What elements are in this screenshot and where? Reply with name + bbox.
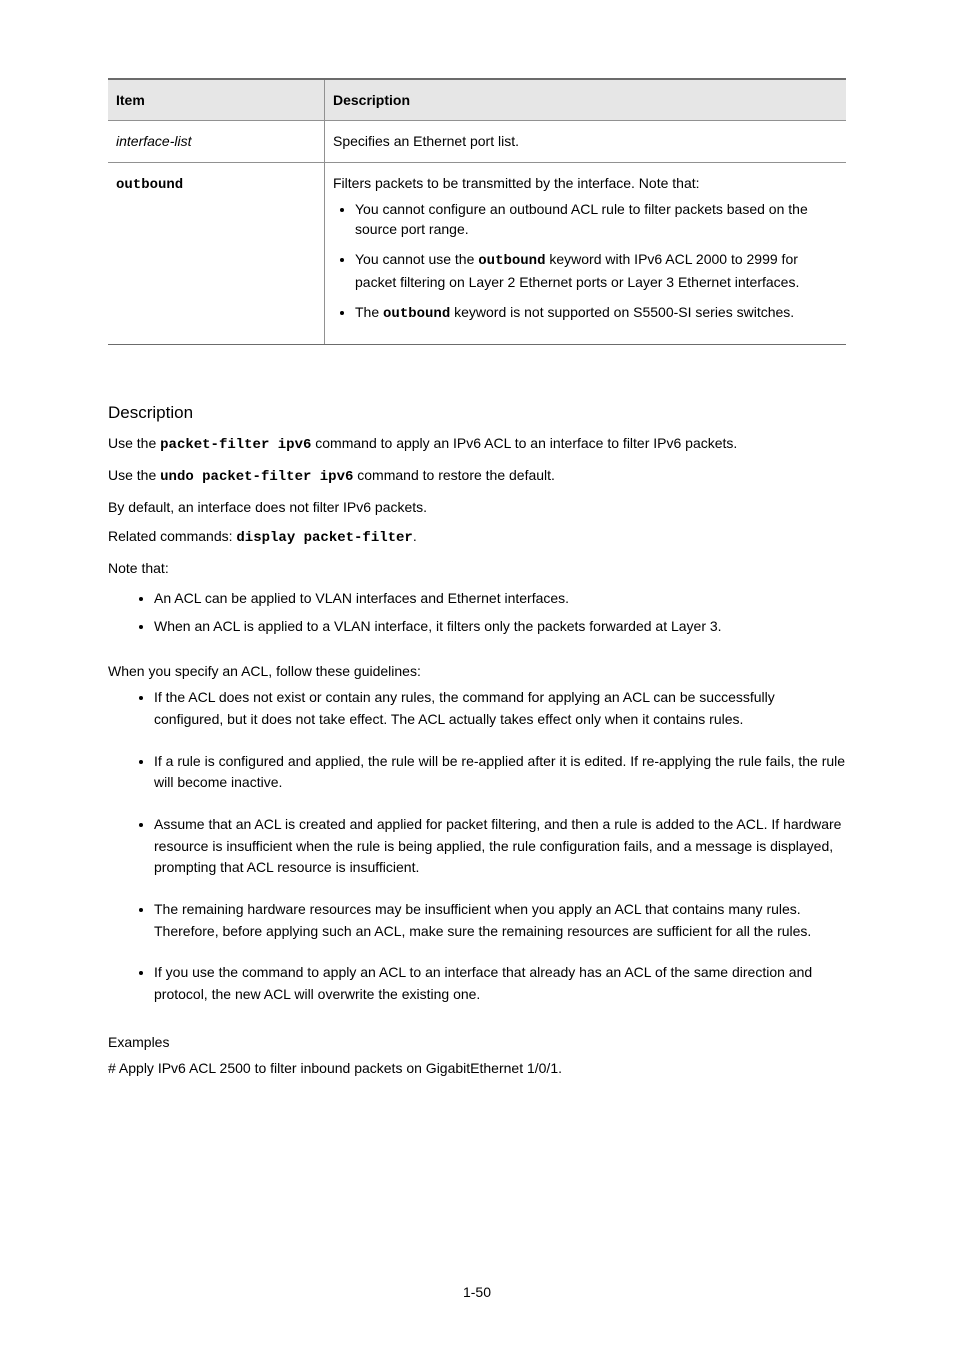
table-cell-item: interface-list	[108, 121, 325, 162]
table-row: interface-list Specifies an Ethernet por…	[108, 121, 846, 162]
cell-lead: Filters packets to be transmitted by the…	[333, 173, 838, 193]
section-heading-examples: Examples	[108, 1034, 846, 1050]
example-text: # Apply IPv6 ACL 2500 to filter inbound …	[108, 1058, 846, 1080]
cell-bullet: You cannot use the outbound keyword with…	[355, 249, 838, 292]
tips-intro: When you specify an ACL, follow these gu…	[108, 663, 846, 679]
cell-bullet: The outbound keyword is not supported on…	[355, 302, 838, 324]
section-heading-description: Description	[108, 403, 846, 423]
tips-bullet: If you use the command to apply an ACL t…	[154, 962, 846, 1005]
tips-bullet: The remaining hardware resources may be …	[154, 899, 846, 942]
table-header-item: Item	[108, 79, 325, 121]
table-row: outbound Filters packets to be transmitt…	[108, 162, 846, 345]
note-bullet: When an ACL is applied to a VLAN interfa…	[154, 616, 846, 638]
body-paragraph: By default, an interface does not filter…	[108, 497, 846, 519]
body-paragraph: Use the packet-filter ipv6 command to ap…	[108, 433, 846, 457]
table-header-desc: Description	[325, 79, 847, 121]
parameters-table: Item Description interface-list Specifie…	[108, 78, 846, 345]
body-paragraph: Related commands: display packet-filter.	[108, 526, 846, 550]
tips-bullet: If a rule is configured and applied, the…	[154, 751, 846, 794]
page-number: 1-50	[0, 1284, 954, 1300]
table-cell-desc: Specifies an Ethernet port list.	[325, 121, 847, 162]
table-cell-item: outbound	[108, 162, 325, 345]
note-bullet-list: An ACL can be applied to VLAN interfaces…	[108, 588, 846, 637]
body-paragraph: Note that:	[108, 558, 846, 580]
body-paragraph: Use the undo packet-filter ipv6 command …	[108, 465, 846, 489]
tips-bullet: Assume that an ACL is created and applie…	[154, 814, 846, 879]
tips-bullet: If the ACL does not exist or contain any…	[154, 687, 846, 730]
note-bullet: An ACL can be applied to VLAN interfaces…	[154, 588, 846, 610]
cell-bullet-list: You cannot configure an outbound ACL rul…	[333, 199, 838, 324]
cell-bullet: You cannot configure an outbound ACL rul…	[355, 199, 838, 240]
table-cell-desc: Filters packets to be transmitted by the…	[325, 162, 847, 345]
tips-bullet-list: If the ACL does not exist or contain any…	[108, 687, 846, 1006]
